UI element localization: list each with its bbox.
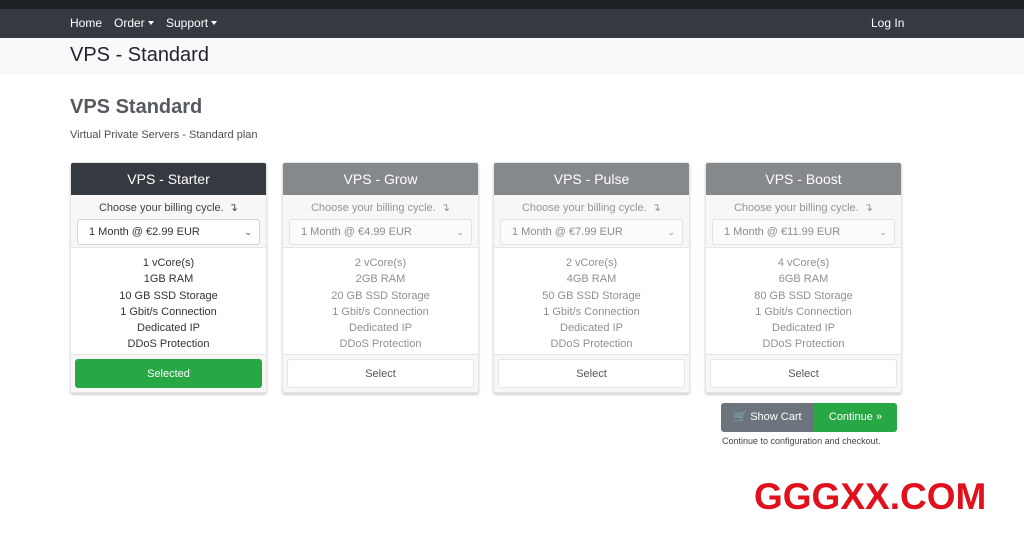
- feature-list: 1 vCore(s) 1GB RAM 10 GB SSD Storage 1 G…: [71, 248, 266, 355]
- billing-label-text: Choose your billing cycle.: [310, 202, 436, 214]
- feature-item: DDoS Protection: [127, 338, 210, 351]
- feature-item: 4 vCore(s): [777, 257, 830, 269]
- checkout-hint: Continue to configuration and checkout.: [722, 436, 881, 446]
- cart-icon: 🛒: [733, 411, 748, 423]
- show-cart-button[interactable]: 🛒 Show Cart: [721, 403, 814, 432]
- feature-item: Dedicated IP: [137, 322, 200, 335]
- feature-item: 20 GB SSD Storage: [331, 289, 430, 302]
- plan-card-starter: VPS - Starter Choose your billing cycle.…: [70, 162, 267, 393]
- feature-item: Dedicated IP: [560, 322, 623, 335]
- button-area: Select: [706, 355, 901, 392]
- billing-label-text: Choose your billing cycle.: [521, 202, 647, 214]
- feature-item: 4GB RAM: [566, 273, 617, 286]
- navbar: Home Order Support Log In: [0, 9, 1024, 38]
- billing-section: Choose your billing cycle. ↴ 1 Month @ €…: [494, 195, 689, 248]
- checkout-button-group: 🛒 Show Cart Continue »: [721, 403, 897, 432]
- section-subtitle: Virtual Private Servers - Standard plan: [70, 129, 258, 141]
- double-chevron-right-icon: »: [875, 411, 883, 423]
- chevron-down-icon: ⌄: [879, 227, 887, 237]
- feature-item: 1GB RAM: [143, 273, 194, 286]
- select-button[interactable]: Select: [287, 359, 474, 388]
- chevron-down-icon: ⌄: [667, 227, 675, 237]
- arrow-down-right-icon: ↴: [648, 202, 661, 214]
- feature-item: 2 vCore(s): [354, 257, 407, 269]
- feature-item: 2 vCore(s): [565, 257, 618, 269]
- nav-home[interactable]: Home: [70, 9, 102, 38]
- nav-support-label: Support: [166, 16, 209, 30]
- feature-item: DDoS Protection: [762, 338, 845, 351]
- feature-item: 1 Gbit/s Connection: [543, 305, 640, 318]
- nav-order[interactable]: Order: [114, 9, 154, 38]
- continue-label: Continue: [828, 411, 873, 423]
- arrow-down-right-icon: ↴: [437, 202, 450, 214]
- plan-title: VPS - Starter: [71, 163, 266, 195]
- feature-item: 1 Gbit/s Connection: [332, 305, 429, 318]
- feature-item: 6GB RAM: [778, 273, 829, 286]
- arrow-down-right-icon: ↴: [860, 202, 873, 214]
- billing-cycle-value: 1 Month @ €7.99 EUR: [512, 226, 623, 238]
- selected-button[interactable]: Selected: [75, 359, 262, 388]
- feature-item: 2GB RAM: [355, 273, 406, 286]
- button-area: Selected: [71, 355, 266, 392]
- feature-item: 1 Gbit/s Connection: [120, 305, 217, 318]
- feature-item: DDoS Protection: [550, 338, 633, 351]
- billing-label: Choose your billing cycle. ↴: [494, 201, 689, 215]
- feature-item: 1 vCore(s): [142, 257, 195, 269]
- button-area: Select: [283, 355, 478, 392]
- billing-section: Choose your billing cycle. ↴ 1 Month @ €…: [706, 195, 901, 248]
- billing-section: Choose your billing cycle. ↴ 1 Month @ €…: [71, 195, 266, 248]
- billing-cycle-value: 1 Month @ €11.99 EUR: [724, 226, 841, 238]
- continue-button[interactable]: Continue »: [814, 403, 897, 432]
- section-title: VPS Standard: [70, 96, 203, 118]
- feature-list: 4 vCore(s) 6GB RAM 80 GB SSD Storage 1 G…: [706, 248, 901, 355]
- nav-support[interactable]: Support: [166, 9, 218, 38]
- billing-label: Choose your billing cycle. ↴: [283, 201, 478, 215]
- billing-cycle-select[interactable]: 1 Month @ €2.99 EUR ⌄: [77, 219, 260, 245]
- select-button[interactable]: Select: [498, 359, 685, 388]
- billing-section: Choose your billing cycle. ↴ 1 Month @ €…: [283, 195, 478, 248]
- feature-item: DDoS Protection: [339, 338, 422, 351]
- chevron-down-icon: ⌄: [244, 227, 252, 237]
- billing-label-text: Choose your billing cycle.: [733, 202, 859, 214]
- plan-card-boost: VPS - Boost Choose your billing cycle. ↴…: [705, 162, 902, 393]
- caret-down-icon: [211, 20, 218, 25]
- feature-item: Dedicated IP: [349, 322, 412, 335]
- arrow-down-right-icon: ↴: [225, 202, 238, 214]
- billing-cycle-select[interactable]: 1 Month @ €7.99 EUR ⌄: [500, 219, 683, 245]
- nav-login[interactable]: Log In: [871, 9, 904, 38]
- button-area: Select: [494, 355, 689, 392]
- feature-list: 2 vCore(s) 2GB RAM 20 GB SSD Storage 1 G…: [283, 248, 478, 355]
- billing-cycle-value: 1 Month @ €2.99 EUR: [89, 226, 200, 238]
- select-button[interactable]: Select: [710, 359, 897, 388]
- top-strip: [0, 0, 1024, 9]
- billing-cycle-select[interactable]: 1 Month @ €11.99 EUR ⌄: [712, 219, 895, 245]
- feature-item: 1 Gbit/s Connection: [755, 305, 852, 318]
- plan-card-pulse: VPS - Pulse Choose your billing cycle. ↴…: [493, 162, 690, 393]
- chevron-down-icon: ⌄: [456, 227, 464, 237]
- billing-cycle-select[interactable]: 1 Month @ €4.99 EUR ⌄: [289, 219, 472, 245]
- feature-item: Dedicated IP: [772, 322, 835, 335]
- page-title: VPS - Standard: [70, 44, 209, 66]
- nav-order-label: Order: [114, 16, 145, 30]
- show-cart-label: Show Cart: [750, 411, 802, 423]
- caret-down-icon: [147, 20, 154, 25]
- billing-label: Choose your billing cycle. ↴: [71, 201, 266, 215]
- feature-item: 80 GB SSD Storage: [754, 289, 853, 302]
- plan-title: VPS - Grow: [283, 163, 478, 195]
- feature-item: 10 GB SSD Storage: [119, 289, 218, 302]
- billing-label-text: Choose your billing cycle.: [98, 202, 224, 214]
- plan-title: VPS - Pulse: [494, 163, 689, 195]
- plan-card-grow: VPS - Grow Choose your billing cycle. ↴ …: [282, 162, 479, 393]
- feature-item: 50 GB SSD Storage: [542, 289, 641, 302]
- page-header-bar: VPS - Standard: [0, 38, 1024, 75]
- billing-label: Choose your billing cycle. ↴: [706, 201, 901, 215]
- plan-title: VPS - Boost: [706, 163, 901, 195]
- watermark-logo: GGGXX.COM: [754, 476, 987, 517]
- billing-cycle-value: 1 Month @ €4.99 EUR: [301, 226, 412, 238]
- feature-list: 2 vCore(s) 4GB RAM 50 GB SSD Storage 1 G…: [494, 248, 689, 355]
